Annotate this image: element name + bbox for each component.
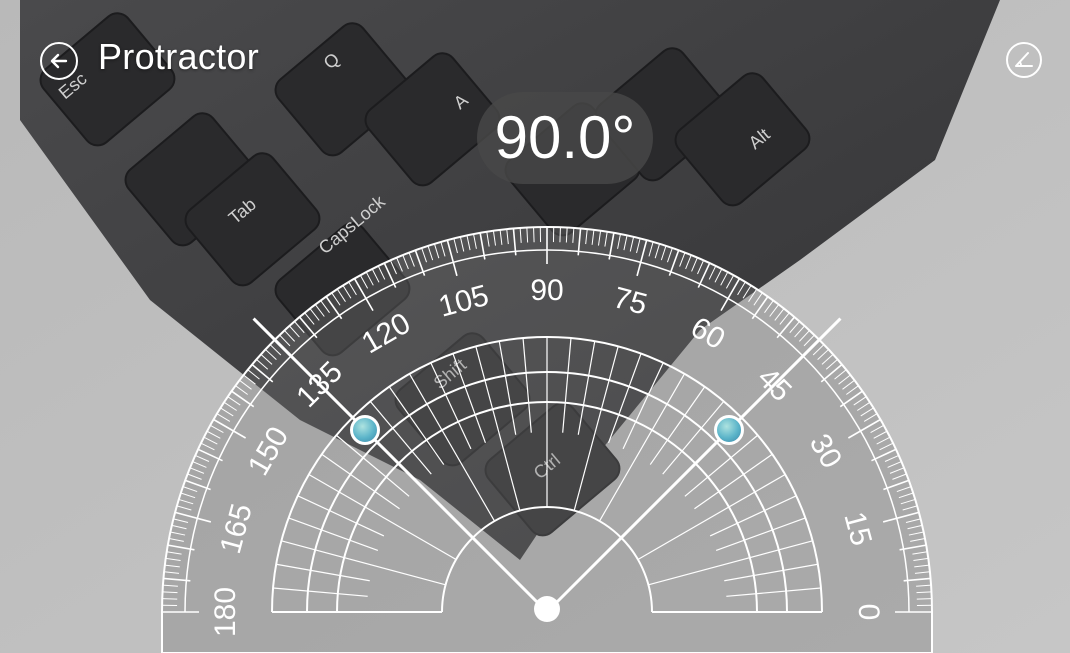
scale-label: 180	[209, 587, 242, 637]
angle-readout: 90.0°	[477, 92, 653, 184]
pivot-handle[interactable]	[534, 596, 560, 622]
scale-label: 0	[852, 604, 885, 621]
scale-label: 90	[530, 274, 563, 307]
scale-tick	[533, 227, 535, 243]
angle-reset-icon	[1015, 52, 1033, 67]
scale-tick	[162, 598, 178, 600]
reset-button[interactable]	[1006, 42, 1042, 78]
scale-tick	[559, 227, 561, 243]
back-button[interactable]	[40, 42, 78, 80]
scale-tick	[916, 598, 932, 600]
arm-right-handle[interactable]	[713, 415, 744, 446]
arrow-left-icon	[50, 53, 68, 69]
